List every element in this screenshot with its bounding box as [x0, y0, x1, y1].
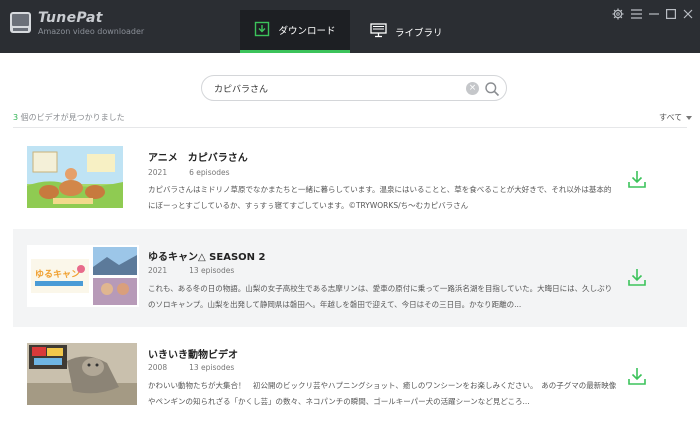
app-logo-icon: [10, 12, 31, 33]
video-year: 2021: [148, 168, 168, 177]
search-box: ×: [201, 75, 507, 101]
video-meta: 2021 13 episodes: [148, 266, 234, 275]
video-thumbnail: [27, 146, 123, 208]
clear-search-icon[interactable]: ×: [466, 82, 479, 95]
settings-gear-icon[interactable]: [611, 7, 625, 21]
video-row[interactable]: アニメ カピバラさん 2021 6 episodes カピバラさんはミドリノ草原で…: [13, 128, 687, 226]
menu-icon[interactable]: [629, 7, 643, 21]
video-episodes: 13 episodes: [189, 266, 235, 275]
tab-download[interactable]: ダウンロード: [240, 10, 350, 53]
video-episodes: 13 episodes: [189, 363, 235, 372]
tab-library-label: ライブラリ: [395, 27, 443, 39]
maximize-icon[interactable]: [664, 7, 678, 21]
video-title: アニメ カピバラさん: [148, 153, 248, 164]
app-window: TunePat Amazon video downloader ダウンロード ラ…: [0, 0, 700, 443]
video-row[interactable]: いきいき動物ビデオ 2008 13 episodes かわいい動物たちが大集合！ …: [13, 330, 687, 424]
video-meta: 2008 13 episodes: [148, 363, 234, 372]
download-icon[interactable]: [626, 168, 648, 190]
filter-label: すべて: [659, 113, 683, 122]
library-tab-icon: [370, 22, 387, 41]
download-tab-icon: [254, 21, 270, 40]
video-year: 2021: [148, 266, 168, 275]
video-episodes: 6 episodes: [189, 168, 230, 177]
video-meta: 2021 6 episodes: [148, 168, 230, 177]
chevron-down-icon: [686, 115, 693, 120]
video-description: かわいい動物たちが大集合！ 初公開のビックリ芸やハプニングショット、癒しのワンシ…: [148, 381, 617, 406]
minimize-icon[interactable]: [647, 7, 661, 21]
app-subtitle: Amazon video downloader: [38, 27, 145, 36]
video-title: ゆるキャン△ SEASON 2: [148, 252, 266, 263]
title-bar: TunePat Amazon video downloader ダウンロード ラ…: [0, 0, 700, 53]
results-count-text: 3 個のビデオが見つかりました: [13, 112, 125, 123]
video-row[interactable]: ゆるキャン ゆるキャン△ SEASON 2 2021 13 episodes これ…: [13, 229, 687, 327]
search-icon[interactable]: [484, 81, 500, 97]
download-icon[interactable]: [626, 266, 648, 288]
search-input[interactable]: [214, 81, 464, 96]
results-count-suffix: 個のビデオが見つかりました: [18, 113, 125, 122]
video-description: カピバラさんはミドリノ草原でなかまたちと一緒に暮らしています。温泉にはいることと…: [148, 185, 612, 210]
video-description: これも、ある冬の日の物語。山梨の女子高校生である志摩リンは、愛車の原付に乗って一…: [148, 284, 613, 309]
filter-dropdown[interactable]: すべて: [659, 112, 693, 123]
video-thumbnail: ゆるキャン: [27, 245, 139, 307]
video-thumbnail: [27, 343, 137, 405]
tab-library[interactable]: ライブラリ: [370, 10, 443, 53]
tab-download-label: ダウンロード: [278, 26, 336, 37]
download-icon[interactable]: [626, 365, 648, 387]
close-icon[interactable]: [681, 7, 695, 21]
video-title: いきいき動物ビデオ: [148, 350, 238, 361]
svg-text:ゆるキャン: ゆるキャン: [35, 269, 80, 280]
app-name: TunePat: [38, 10, 103, 26]
video-year: 2008: [148, 363, 168, 372]
